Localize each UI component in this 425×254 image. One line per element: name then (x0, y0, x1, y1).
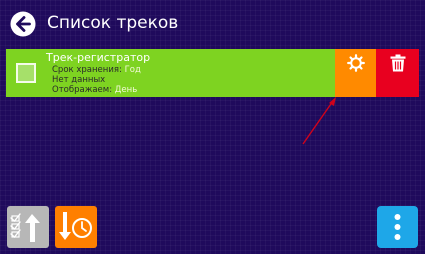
vertical-dots-icon (394, 214, 401, 240)
gear-icon (346, 54, 365, 72)
more-menu-button[interactable] (377, 206, 418, 248)
storage-value: Год (124, 65, 141, 75)
storage-label: Срок хранения: (52, 65, 122, 75)
track-list-item[interactable]: Трек-регистратор Срок хранения: Год Нет … (6, 49, 419, 97)
back-button[interactable] (9, 10, 37, 38)
statistics-button[interactable] (55, 206, 97, 248)
checkbox-icon[interactable] (16, 63, 36, 83)
trash-icon (390, 54, 405, 72)
track-name: Трек-регистратор (46, 51, 151, 64)
track-no-data: Нет данных (52, 75, 106, 85)
track-info[interactable]: Трек-регистратор Срок хранения: Год Нет … (6, 49, 335, 97)
page-title: Список треков (47, 13, 179, 33)
display-label: Отображаем: (52, 85, 113, 95)
red-arrow-icon (302, 97, 336, 145)
checklist-upload-icon (10, 213, 40, 242)
settings-button[interactable] (335, 49, 376, 97)
track-storage: Срок хранения: Год (52, 65, 141, 75)
download-clock-icon (59, 212, 92, 240)
header-bar: Список треков (0, 0, 425, 44)
display-value: День (114, 85, 138, 95)
export-button[interactable] (7, 206, 49, 248)
track-display: Отображаем: День (52, 85, 137, 95)
delete-button[interactable] (376, 49, 419, 97)
